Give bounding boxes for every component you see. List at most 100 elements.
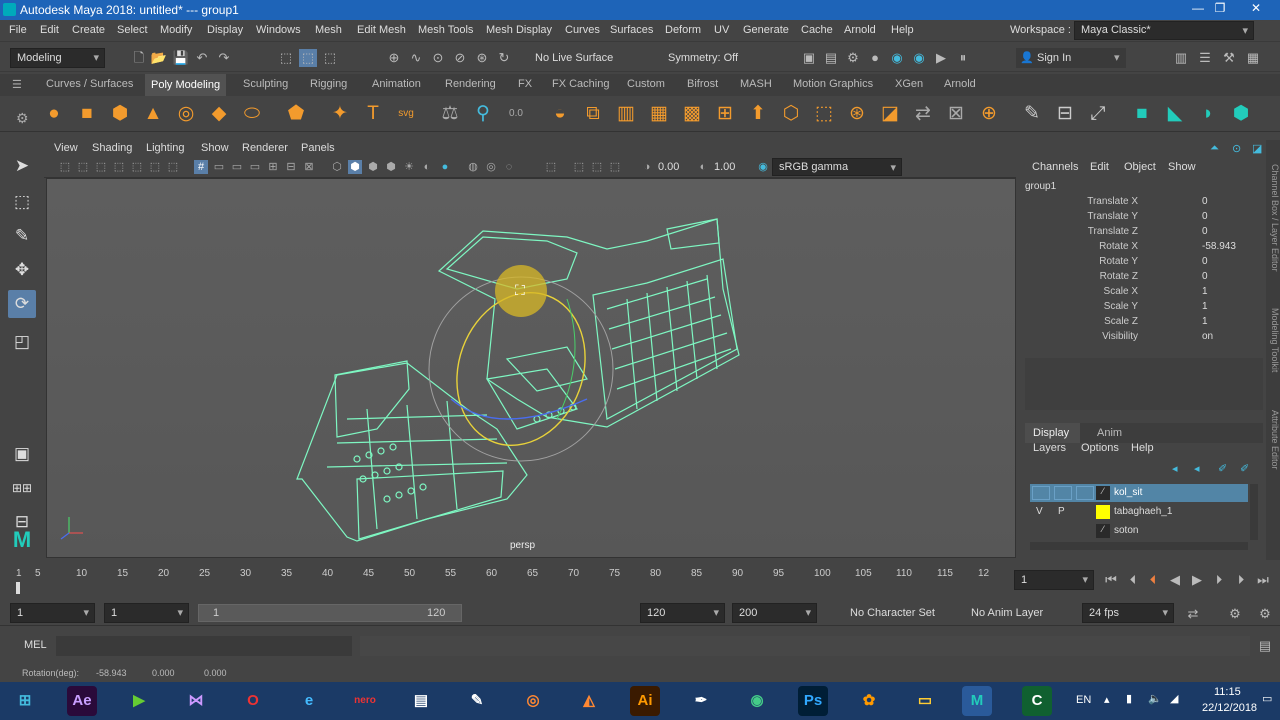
grid-icon[interactable]: # <box>194 160 208 174</box>
motion-blur-icon[interactable]: ◍ <box>466 160 480 174</box>
tab-arnold[interactable]: Arnold <box>944 78 976 90</box>
render-settings-icon[interactable]: ⚙ <box>844 49 862 67</box>
move-tool-icon[interactable]: ✥ <box>8 256 36 284</box>
auto-map-icon[interactable]: ⬢ <box>1229 102 1253 126</box>
snap-point-icon[interactable]: ⊙ <box>429 49 447 67</box>
attr-label[interactable]: Visibility <box>1008 331 1138 342</box>
select-component-icon[interactable]: ⬚ <box>321 49 339 67</box>
menu-generate[interactable]: Generate <box>743 24 789 36</box>
menu-modify[interactable]: Modify <box>160 24 192 36</box>
notifications-icon[interactable]: ▭ <box>1262 692 1272 705</box>
zero-pivot-icon[interactable]: 0.0 <box>504 102 528 126</box>
extract-icon[interactable]: ▥ <box>614 102 638 126</box>
mel-input[interactable] <box>56 636 352 656</box>
signin-area[interactable]: 👤 Sign In ▾ <box>1016 48 1126 68</box>
auto-key-icon[interactable]: ⚙ <box>1226 605 1244 623</box>
range-slider-bar[interactable]: 1 120 <box>198 604 462 622</box>
lasso-tool-icon[interactable]: ⬚ <box>8 188 36 216</box>
platonic-solid-icon[interactable]: ⬟ <box>284 102 308 126</box>
pen-icon[interactable]: ✎ <box>462 686 492 716</box>
attr-value[interactable]: 1 <box>1202 301 1262 312</box>
tab-anim[interactable]: Anim <box>1097 427 1122 439</box>
go-to-end-icon[interactable]: ⏭ <box>1254 571 1272 589</box>
camera-select-icon[interactable]: ⬚ <box>58 160 72 174</box>
live-surface-label[interactable]: No Live Surface <box>535 52 613 64</box>
play-backward-icon[interactable]: ◀ <box>1166 571 1184 589</box>
layer-color-swatch[interactable]: ⁄ <box>1096 524 1110 538</box>
script-editor-icon[interactable]: ▤ <box>1256 637 1274 655</box>
layer-color-swatch[interactable]: ⁄ <box>1096 486 1110 500</box>
scale-tool-icon[interactable]: ◰ <box>8 328 36 356</box>
attr-value[interactable]: 0 <box>1202 256 1262 267</box>
poly-plane-icon[interactable]: ◆ <box>207 102 231 126</box>
gamma-value[interactable]: 1.00 <box>714 161 735 173</box>
poly-cube-icon[interactable]: ■ <box>75 102 99 126</box>
xray-joints-icon[interactable]: ⬚ <box>590 160 604 174</box>
paint-select-tool-icon[interactable]: ✎ <box>8 222 36 250</box>
boolean-icon[interactable]: ▩ <box>680 102 704 126</box>
tab-fx[interactable]: FX <box>518 78 532 90</box>
tab-custom[interactable]: Custom <box>627 78 665 90</box>
snap-curve-icon[interactable]: ∿ <box>407 49 425 67</box>
render-frame-icon[interactable]: ▣ <box>800 49 818 67</box>
panel-menu-shading[interactable]: Shading <box>92 142 132 154</box>
maximize-button[interactable]: ❐ <box>1208 1 1232 15</box>
wireframe-icon[interactable]: ⬡ <box>330 160 344 174</box>
tab-animation[interactable]: Animation <box>372 78 421 90</box>
clock-time[interactable]: 11:15 <box>1214 686 1241 698</box>
gate-mask-icon[interactable]: ▭ <box>248 160 262 174</box>
new-layer-icon[interactable]: ✐ <box>1218 462 1227 475</box>
time-slider[interactable]: 1 5 10 15 20 25 30 35 40 45 50 55 60 65 70 75 80 85 90 95 10… <box>0 562 1280 596</box>
poly-cone-icon[interactable]: ▲ <box>141 102 165 126</box>
arnold-ipr-icon[interactable]: ◉ <box>910 49 928 67</box>
layer-visibility-toggle[interactable] <box>1032 486 1050 500</box>
insert-loop-icon[interactable]: ⊟ <box>1053 102 1077 126</box>
layer-name[interactable]: kol_sit <box>1114 487 1142 498</box>
menu-arnold[interactable]: Arnold <box>844 24 876 36</box>
smooth-shade-icon[interactable]: ⬢ <box>348 160 362 174</box>
cb-menu-show[interactable]: Show <box>1168 161 1196 173</box>
snap-grid-icon[interactable]: ⊕ <box>385 49 403 67</box>
layer-name[interactable]: tabaghaeh_1 <box>1114 506 1172 517</box>
color-management-icon[interactable]: ◉ <box>756 160 770 174</box>
connect-icon[interactable]: ⊕ <box>977 102 1001 126</box>
poly-sphere-icon[interactable]: ● <box>42 102 66 126</box>
tool-settings-icon[interactable]: ⚒ <box>1220 49 1238 67</box>
step-back-key-icon[interactable]: ⏴ <box>1124 571 1142 589</box>
tab-curves-surfaces[interactable]: Curves / Surfaces <box>46 78 133 90</box>
photoshop-icon[interactable]: Ps <box>798 686 828 716</box>
notepad-icon[interactable]: ▤ <box>406 686 436 716</box>
tab-xgen[interactable]: XGen <box>895 78 923 90</box>
two-d-pan-icon[interactable]: ⬚ <box>130 160 144 174</box>
field-chart-icon[interactable]: ⊞ <box>266 160 280 174</box>
menu-select[interactable]: Select <box>117 24 148 36</box>
chevron-down-icon[interactable]: ▾ <box>1114 51 1120 64</box>
grease-pencil-icon[interactable]: ⬚ <box>148 160 162 174</box>
panel-menu-view[interactable]: View <box>54 142 78 154</box>
film-gate-icon[interactable]: ▭ <box>212 160 226 174</box>
cb-pin-icon[interactable]: ⊙ <box>1232 142 1241 155</box>
layer-playback-toggle[interactable]: P <box>1058 506 1065 517</box>
color-space-select[interactable]: sRGB gamma <box>772 158 902 176</box>
attr-label[interactable]: Translate Z <box>1008 226 1138 237</box>
shadows-icon[interactable]: ◐ <box>420 160 434 174</box>
extrude-icon[interactable]: ⬆ <box>746 102 770 126</box>
tab-poly-modeling[interactable]: Poly Modeling <box>145 74 227 96</box>
cb-float-icon[interactable]: ◪ <box>1252 142 1262 155</box>
rotate-tool-icon[interactable]: ⟳ <box>8 290 36 318</box>
camtasia-icon[interactable]: ▶ <box>124 686 154 716</box>
close-button[interactable]: ✕ <box>1244 1 1268 15</box>
camtasia-recorder-icon[interactable]: C <box>1022 686 1052 716</box>
mel-label[interactable]: MEL <box>24 639 47 651</box>
side-tab-attribute-editor[interactable]: Attribute Editor <box>1266 395 1280 485</box>
cb-menu-object[interactable]: Object <box>1124 161 1156 173</box>
play-forward-icon[interactable]: ▶ <box>1188 571 1206 589</box>
tab-motion-graphics[interactable]: Motion Graphics <box>793 78 873 90</box>
combine-icon[interactable]: ◒ <box>548 102 572 126</box>
arnold-render-icon[interactable]: ◉ <box>888 49 906 67</box>
attr-label[interactable]: Rotate Z <box>1008 271 1138 282</box>
animation-start-field[interactable]: 1 <box>10 603 95 623</box>
bridge-icon[interactable]: ⬡ <box>779 102 803 126</box>
hypershade-icon[interactable]: ● <box>866 49 884 67</box>
cb-lock-icon[interactable]: ⏶ <box>1210 142 1219 155</box>
